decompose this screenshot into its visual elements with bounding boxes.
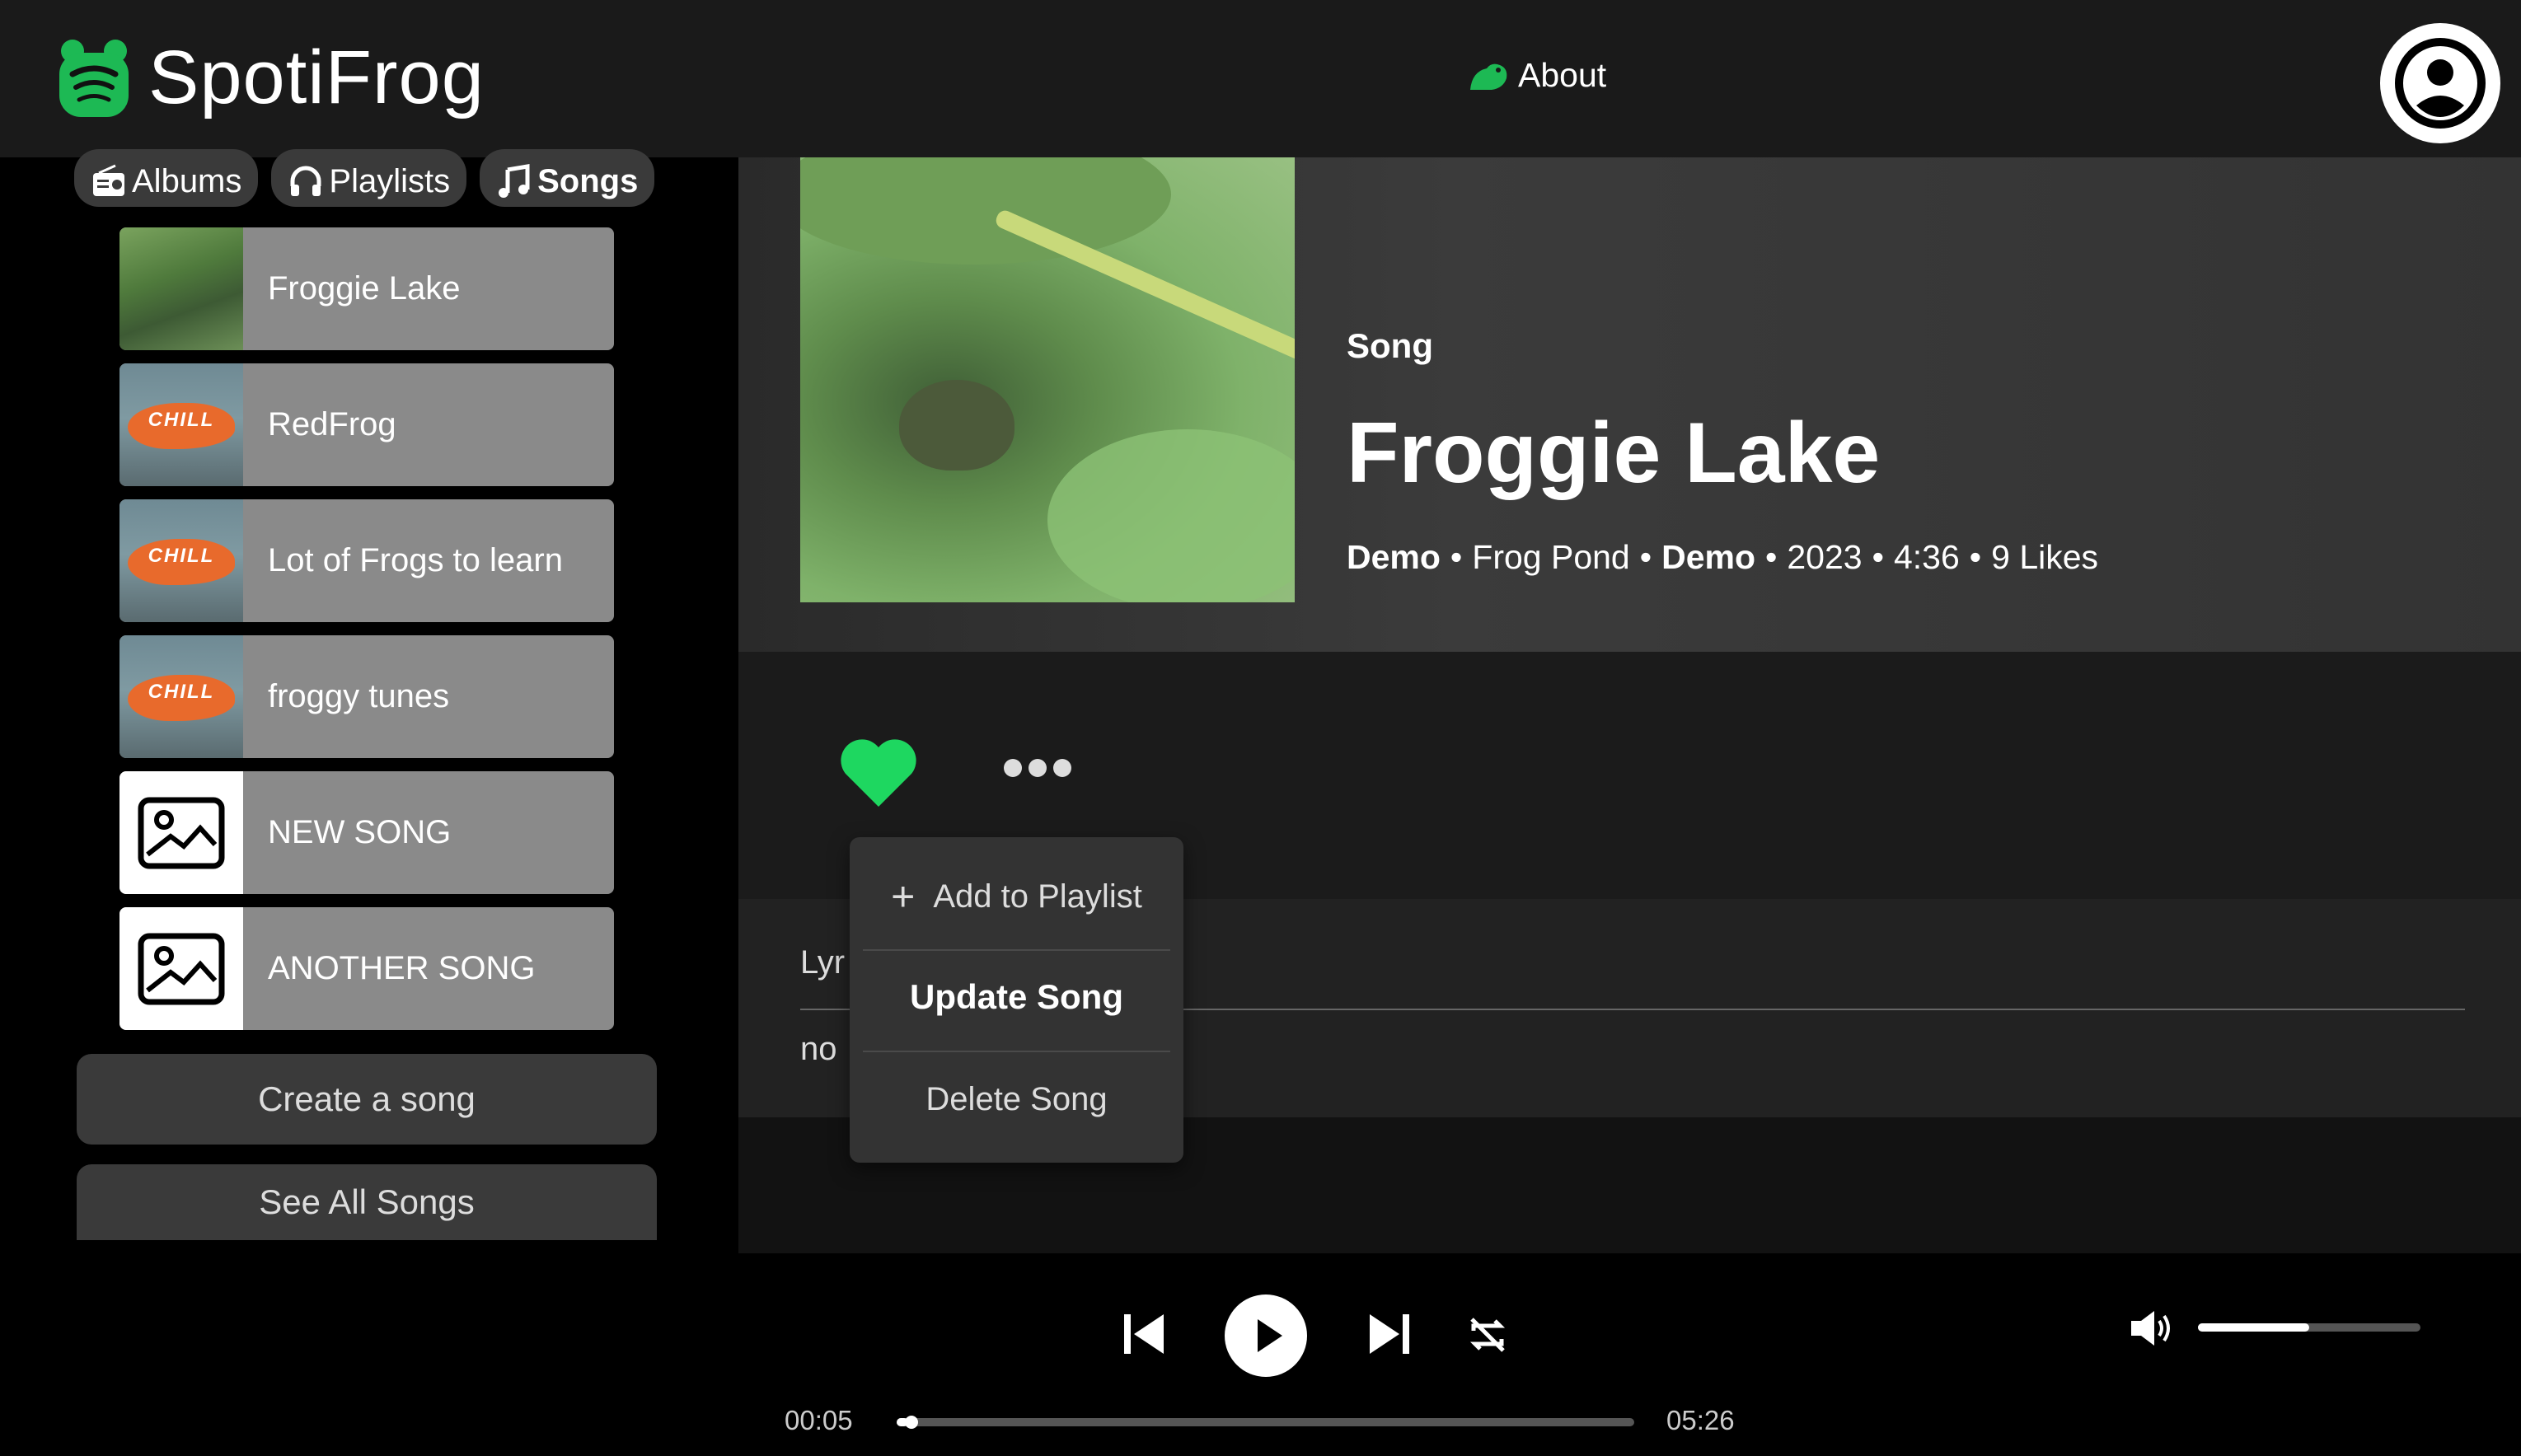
artwork-text: CHILL bbox=[148, 409, 215, 431]
song-item-title: RedFrog bbox=[268, 406, 396, 442]
song-hero: Song Froggie Lake Demo • Frog Pond • Demo • 20… bbox=[738, 157, 2521, 652]
plus-icon: + bbox=[891, 873, 916, 920]
volume-fill bbox=[2198, 1323, 2309, 1332]
radio-icon bbox=[93, 164, 124, 196]
song-item-title: froggy tunes bbox=[268, 678, 450, 714]
song-item-title: Lot of Frogs to learn bbox=[268, 542, 563, 578]
song-list: Froggie Lake CHILL RedFrog CHILL Lot of … bbox=[119, 227, 614, 1043]
logo[interactable]: SpotiFrog bbox=[58, 35, 485, 121]
play-icon bbox=[1258, 1319, 1282, 1352]
dot-icon bbox=[1029, 759, 1047, 777]
tab-songs[interactable]: Songs bbox=[480, 149, 655, 207]
song-artwork bbox=[119, 227, 243, 350]
dot-icon bbox=[1004, 759, 1022, 777]
song-title: Froggie Lake bbox=[1347, 405, 1881, 501]
skip-previous-icon[interactable] bbox=[1122, 1311, 1165, 1357]
song-duration: 4:36 bbox=[1893, 538, 1960, 576]
song-options-menu: + Add to Playlist Update Song Delete Son… bbox=[850, 837, 1183, 1163]
delete-song-item[interactable]: Delete Song bbox=[850, 1050, 1183, 1149]
total-time: 05:26 bbox=[1666, 1405, 1735, 1435]
play-button[interactable] bbox=[1225, 1294, 1307, 1377]
lyrics-text: no bbox=[800, 1031, 837, 1067]
about-label: About bbox=[1518, 56, 1607, 94]
about-link[interactable]: About bbox=[1467, 56, 1606, 95]
song-artwork: CHILL bbox=[119, 499, 243, 622]
song-artwork bbox=[119, 771, 243, 894]
sidebar: Albums Playlists Songs Froggie Lake CHIL… bbox=[0, 149, 738, 1253]
add-to-playlist-item[interactable]: + Add to Playlist bbox=[850, 847, 1183, 946]
progress-handle[interactable] bbox=[905, 1416, 919, 1429]
list-item[interactable]: Froggie Lake bbox=[119, 227, 614, 350]
menu-item-label: Add to Playlist bbox=[933, 878, 1142, 915]
owner-link[interactable]: Demo bbox=[1661, 538, 1755, 576]
image-placeholder-icon bbox=[138, 797, 225, 868]
song-year: 2023 bbox=[1787, 538, 1863, 576]
artist-link[interactable]: Demo bbox=[1347, 538, 1441, 576]
tab-label: Songs bbox=[537, 162, 639, 199]
tab-playlists[interactable]: Playlists bbox=[271, 149, 467, 207]
song-artwork: CHILL bbox=[119, 363, 243, 486]
top-bar: SpotiFrog About bbox=[0, 0, 2521, 157]
list-item[interactable]: CHILL RedFrog bbox=[119, 363, 614, 486]
song-item-title: Froggie Lake bbox=[268, 270, 461, 307]
player-bar: 00:05 05:26 bbox=[0, 1253, 2521, 1456]
song-artwork: CHILL bbox=[119, 635, 243, 758]
user-icon bbox=[2395, 38, 2486, 129]
skip-next-icon[interactable] bbox=[1368, 1311, 1411, 1357]
frog-icon bbox=[1470, 63, 1507, 90]
frog-logo-icon bbox=[59, 39, 129, 117]
artwork-text: CHILL bbox=[148, 545, 215, 567]
more-options-button[interactable] bbox=[1004, 759, 1071, 777]
headphones-icon bbox=[290, 166, 321, 196]
create-song-button[interactable]: Create a song bbox=[77, 1054, 657, 1145]
heart-icon[interactable] bbox=[837, 734, 920, 810]
volume-icon[interactable] bbox=[2130, 1308, 2174, 1349]
song-artwork bbox=[119, 907, 243, 1030]
song-cover-art bbox=[800, 157, 1295, 602]
lyrics-label: Lyr bbox=[800, 944, 846, 981]
repeat-icon[interactable] bbox=[1467, 1314, 1508, 1355]
list-item[interactable]: ANOTHER SONG bbox=[119, 907, 614, 1030]
tab-label: Albums bbox=[132, 162, 242, 199]
update-song-item[interactable]: Update Song bbox=[850, 948, 1183, 1046]
song-item-title: ANOTHER SONG bbox=[268, 950, 536, 986]
current-time: 00:05 bbox=[785, 1405, 853, 1435]
image-placeholder-icon bbox=[138, 933, 225, 1004]
song-meta: Demo • Frog Pond • Demo • 2023 • 4:36 • 9 Likes bbox=[1347, 538, 2099, 576]
list-item[interactable]: CHILL Lot of Frogs to learn bbox=[119, 499, 614, 622]
progress-bar[interactable] bbox=[897, 1416, 1634, 1429]
library-tabs: Albums Playlists Songs bbox=[74, 149, 655, 207]
dot-icon bbox=[1053, 759, 1071, 777]
tab-albums[interactable]: Albums bbox=[74, 149, 259, 207]
song-type-label: Song bbox=[1347, 326, 1433, 365]
volume-slider[interactable] bbox=[2198, 1323, 2420, 1332]
tab-label: Playlists bbox=[329, 162, 451, 199]
list-item[interactable]: CHILL froggy tunes bbox=[119, 635, 614, 758]
like-count: 9 Likes bbox=[1991, 538, 2099, 576]
list-item[interactable]: NEW SONG bbox=[119, 771, 614, 894]
artwork-text: CHILL bbox=[148, 681, 215, 703]
music-note-icon bbox=[499, 164, 530, 198]
album-link[interactable]: Frog Pond bbox=[1472, 538, 1629, 576]
profile-button[interactable] bbox=[2380, 23, 2500, 143]
song-item-title: NEW SONG bbox=[268, 814, 452, 850]
app-name: SpotiFrog bbox=[148, 35, 485, 119]
see-all-songs-button[interactable]: See All Songs bbox=[77, 1164, 657, 1240]
